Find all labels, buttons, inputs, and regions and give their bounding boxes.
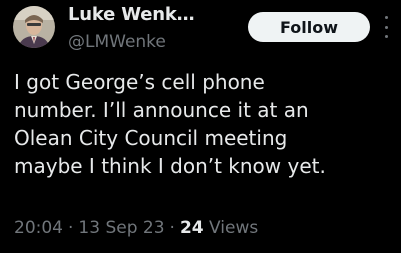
author-handle[interactable]: @LMWenke: [68, 32, 166, 52]
tweet-text-line: maybe I think I don’t know yet.: [14, 154, 326, 178]
tweet-date[interactable]: 13 Sep 23: [78, 218, 164, 238]
views-label: Views: [209, 218, 259, 238]
tweet-text-line: number. I’ll announce it at an: [14, 98, 309, 122]
dot: [384, 25, 388, 29]
more-options-icon[interactable]: [382, 16, 390, 38]
tweet-meta: 20:04 · 13 Sep 23 · 24 Views: [14, 218, 258, 238]
tweet-card: Luke Wenk… @LMWenke Follow I got George’…: [0, 0, 401, 253]
tweet-time[interactable]: 20:04: [14, 218, 63, 238]
tweet-text-line: Olean City Council meeting: [14, 126, 288, 150]
separator: ·: [68, 218, 74, 238]
author-name[interactable]: Luke Wenk…: [68, 4, 195, 25]
avatar[interactable]: [13, 6, 55, 48]
views-count[interactable]: 24: [180, 218, 204, 238]
follow-button[interactable]: Follow: [248, 12, 370, 42]
dot: [384, 35, 388, 38]
separator: ·: [169, 218, 175, 238]
avatar-image: [13, 6, 55, 48]
dot: [384, 16, 388, 19]
tweet-text: I got George’s cell phone number. I’ll a…: [14, 68, 394, 180]
tweet-text-line: I got George’s cell phone: [14, 70, 265, 94]
